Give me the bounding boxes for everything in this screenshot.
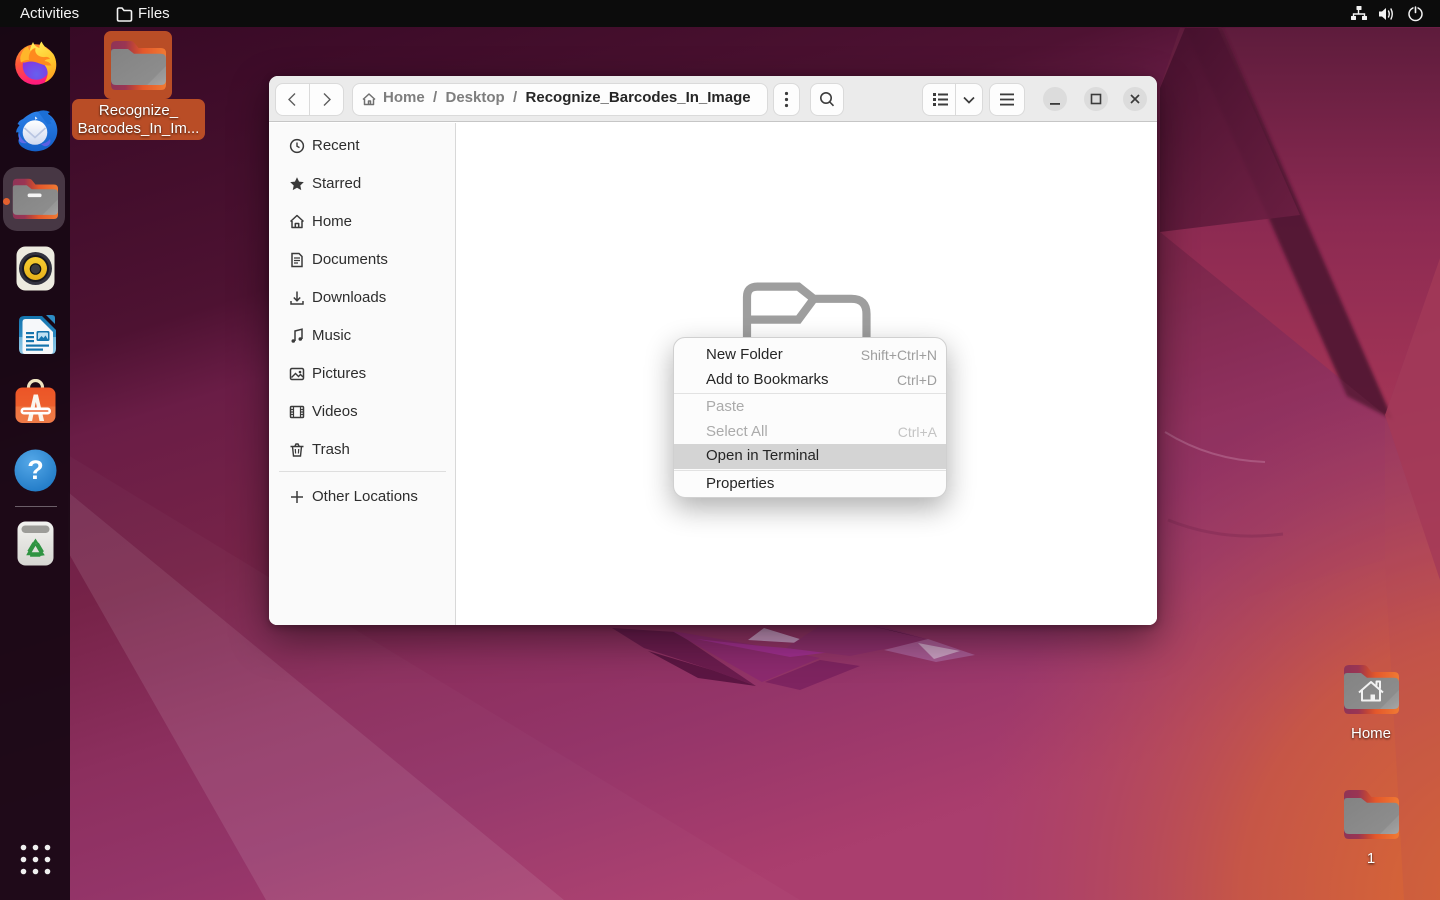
svg-text:?: ? [27, 455, 44, 485]
